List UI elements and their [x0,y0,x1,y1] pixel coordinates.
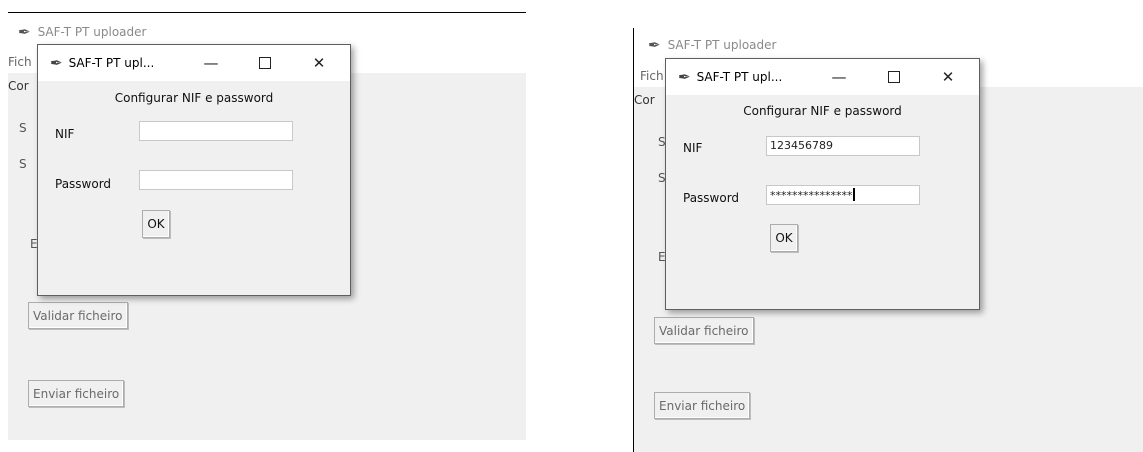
nif-label: NIF [683,141,703,155]
right-screenshot: ✒ SAF-T PT uploader Fich Cor S S E Valid… [630,0,1143,452]
nif-input[interactable]: 123456789 [766,136,920,156]
nif-input[interactable] [139,121,293,141]
config-dialog: ✒ SAF-T PT upl... — ✕ Configurar NIF e p… [37,44,351,296]
dialog-heading: Configurar NIF e password [114,91,274,105]
menu-file[interactable]: Fich [8,55,32,69]
ok-button[interactable]: OK [142,210,170,238]
config-frame-label: Cor [8,79,29,93]
menubar: Fich [640,65,664,87]
validate-file-button[interactable]: Validar ficheiro [28,302,128,329]
config-frame-label: Cor [634,93,655,107]
hidden-label-1: S [19,121,27,135]
nif-label: NIF [55,127,75,141]
send-file-button[interactable]: Enviar ficheiro [28,380,125,407]
password-input[interactable] [139,170,293,190]
top-divider [8,12,526,13]
main-window-titlebar: ✒ SAF-T PT uploader [18,17,146,47]
password-label: Password [55,177,112,191]
minimize-button[interactable]: — [816,59,862,95]
send-file-button[interactable]: Enviar ficheiro [654,392,751,419]
feather-icon: ✒ [678,68,691,86]
password-label: Password [683,191,740,205]
config-dialog: ✒ SAF-T PT upl... — ✕ Configurar NIF e p… [665,58,980,310]
dialog-titlebar: ✒ SAF-T PT upl... — ✕ [38,45,350,81]
dialog-title: SAF-T PT upl... [68,56,155,70]
main-window-titlebar: ✒ SAF-T PT uploader [648,30,776,60]
maximize-icon [259,57,271,69]
menu-file[interactable]: Fich [640,69,664,83]
main-window-title: SAF-T PT uploader [37,25,147,39]
password-input[interactable]: *************** [766,185,920,205]
maximize-button[interactable] [242,45,288,81]
close-button[interactable]: ✕ [296,45,342,81]
feather-icon: ✒ [18,23,31,41]
left-screenshot: ✒ SAF-T PT uploader Fich Cor S S E Valid… [0,0,530,452]
feather-icon: ✒ [648,36,661,54]
hidden-label-2: S [19,157,27,171]
menubar: Fich [8,51,32,73]
maximize-icon [888,71,900,83]
dialog-titlebar: ✒ SAF-T PT upl... — ✕ [666,59,979,95]
password-value: *************** [770,189,853,202]
validate-file-button[interactable]: Validar ficheiro [654,317,754,344]
close-button[interactable]: ✕ [925,59,971,95]
maximize-button[interactable] [871,59,917,95]
feather-icon: ✒ [50,54,63,72]
minimize-button[interactable]: — [188,45,234,81]
ok-button[interactable]: OK [770,224,798,252]
text-cursor [852,188,855,201]
main-window-title: SAF-T PT uploader [667,38,777,52]
dialog-title: SAF-T PT upl... [696,70,783,84]
dialog-heading: Configurar NIF e password [743,104,902,118]
